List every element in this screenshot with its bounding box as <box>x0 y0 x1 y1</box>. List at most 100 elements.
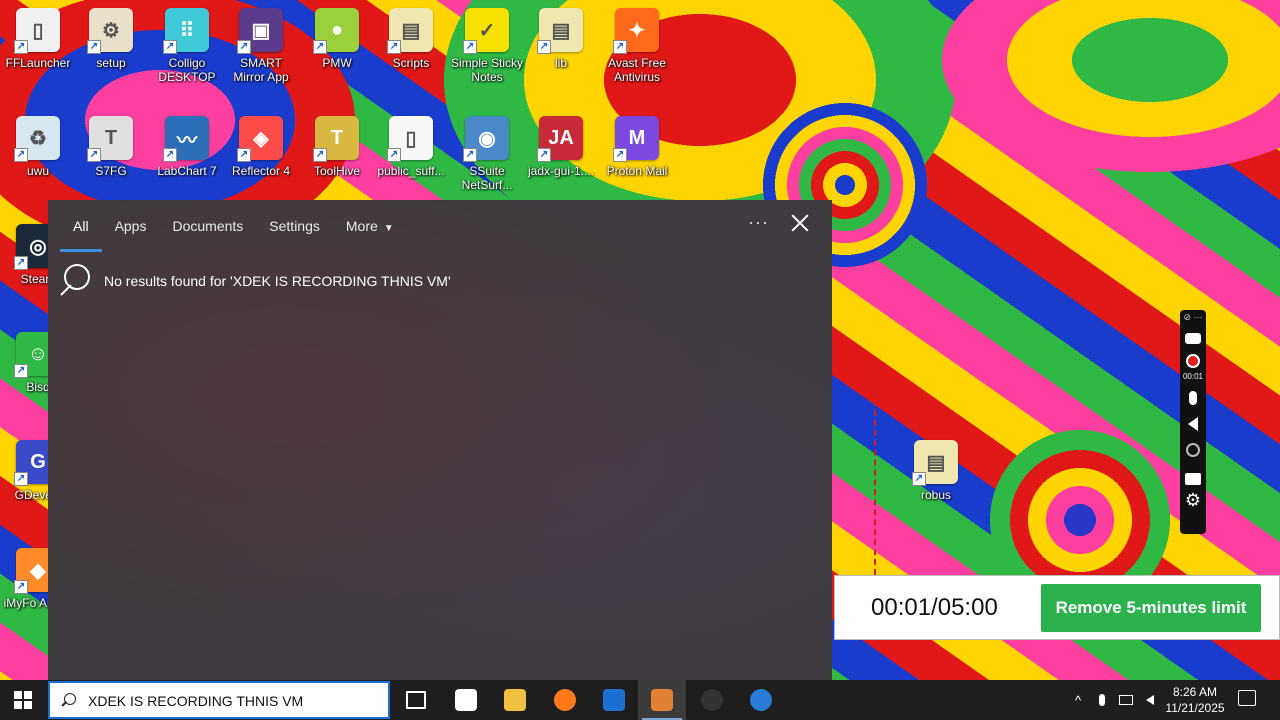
tab-label: Documents <box>172 218 244 234</box>
desktop-icon[interactable]: ✓Simple Sticky Notes <box>449 8 525 84</box>
notification-icon[interactable] <box>1238 690 1256 706</box>
tab-settings[interactable]: Settings <box>256 214 333 238</box>
desktop-icon[interactable]: ▯ public_suff... <box>373 116 449 178</box>
app-glyph <box>455 689 477 711</box>
desktop-icon[interactable]: ◉SSuite NetSurf... <box>449 116 525 192</box>
desktop-icon-label: Simple Sticky Notes <box>450 56 524 84</box>
desktop-icon-label: setup <box>96 56 126 70</box>
app-icon: ● <box>313 8 359 54</box>
desktop-icon-label: Colligo DESKTOP <box>158 56 216 84</box>
clock-time: 8:26 AM <box>1172 685 1218 699</box>
desktop-icon[interactable]: ▤ robus <box>898 440 974 502</box>
desktop-icon[interactable]: T S7FG <box>73 116 149 178</box>
desktop-icon[interactable]: ♻ uwu <box>0 116 76 178</box>
elapsed-time: 00:01 <box>1182 372 1204 381</box>
desktop-icon[interactable]: ◈ Reflector 4 <box>223 116 299 178</box>
desktop-icon[interactable]: T ToolHive <box>299 116 375 178</box>
app-icon: ⚙ <box>87 8 133 54</box>
desktop-icon-label: Scripts <box>392 56 430 70</box>
desktop-icon[interactable]: ▯ FFLauncher <box>0 8 76 70</box>
desktop-icon[interactable]: ▤ Scripts <box>373 8 449 70</box>
no-results-message: No results found for 'XDEK IS RECORDING … <box>104 273 451 289</box>
app-glyph <box>651 689 673 711</box>
desktop-icon-label: LabChart 7 <box>157 164 217 178</box>
search-panel: All Apps Documents Settings More ▼ ··· No… <box>48 200 832 680</box>
desktop-icon[interactable]: ▣SMART Mirror App <box>223 8 299 84</box>
app-icon: ▤ <box>387 8 433 54</box>
no-results-row: No results found for 'XDEK IS RECORDING … <box>60 264 451 298</box>
toolbar-menu-icon[interactable]: ⊘ ··· <box>1183 312 1202 323</box>
app-icon: ▤ <box>537 8 583 54</box>
desktop-icon-label: FFLauncher <box>5 56 71 70</box>
desktop-icon[interactable]: ▤ lib <box>523 8 599 70</box>
recording-area-border <box>874 360 878 575</box>
desktop-icon-label: S7FG <box>95 164 127 178</box>
close-icon[interactable] <box>791 214 809 232</box>
app-icon: ◉ <box>463 116 509 162</box>
file-explorer-icon[interactable] <box>491 680 539 720</box>
desktop-icon[interactable]: M Proton Mail <box>599 116 675 178</box>
tab-label: All <box>73 218 89 234</box>
network-icon[interactable] <box>1116 680 1136 720</box>
desktop-icon[interactable]: ⚙ setup <box>73 8 149 70</box>
desktop-icon[interactable]: ⠿Colligo DESKTOP <box>149 8 225 84</box>
screen-app-icon[interactable] <box>737 680 785 720</box>
app-glyph <box>504 689 526 711</box>
camera-icon[interactable] <box>1185 333 1201 344</box>
task-view-icon[interactable] <box>392 680 440 720</box>
desktop-icon[interactable]: ✦Avast Free Antivirus <box>599 8 675 84</box>
app-icon: M <box>613 116 659 162</box>
desktop-icon[interactable]: 〰 LabChart 7 <box>149 116 225 178</box>
recorder-app-icon[interactable] <box>638 680 686 720</box>
record-icon[interactable] <box>1186 354 1200 368</box>
search-icon <box>62 693 76 707</box>
app-icon: ▣ <box>237 8 283 54</box>
app-icon: ▤ <box>912 440 958 486</box>
tab-more[interactable]: More ▼ <box>333 214 407 238</box>
timer-readout: 00:01/05:00 <box>871 594 998 621</box>
tab-all[interactable]: All <box>60 214 102 252</box>
app-icon: ⠿ <box>163 8 209 54</box>
more-options-button[interactable]: ··· <box>748 212 769 233</box>
app-icon: ✦ <box>613 8 659 54</box>
app-icon: T <box>87 116 133 162</box>
microphone-tray-icon[interactable] <box>1094 680 1110 720</box>
outlook-icon[interactable] <box>590 680 638 720</box>
desktop-icon-label: public_suff... <box>377 164 445 178</box>
clock-date: 11/21/2025 <box>1165 701 1225 715</box>
window-icon[interactable] <box>1185 473 1201 485</box>
tab-apps[interactable]: Apps <box>102 214 160 238</box>
desktop-icon-label: lib <box>554 56 567 70</box>
app-glyph <box>750 689 772 711</box>
app-icon: ✓ <box>463 8 509 54</box>
remove-limit-button[interactable]: Remove 5-minutes limit <box>1041 584 1261 632</box>
desktop-icon[interactable]: ● PMW <box>299 8 375 70</box>
desktop-icon-label: robus <box>920 488 952 502</box>
tab-label: Settings <box>269 218 320 234</box>
app-glyph <box>554 689 576 711</box>
desktop-icon[interactable]: JA jadx-gui-1.... <box>523 116 599 178</box>
desktop-icon-label: uwu <box>26 164 49 178</box>
taskbar-search-box[interactable] <box>48 681 390 719</box>
recorder-toolbar: ⊘ ··· 00:01 ⚙ <box>1180 310 1206 534</box>
notepad-icon[interactable] <box>442 680 490 720</box>
app-icon: ◈ <box>237 116 283 162</box>
windows-start-icon[interactable] <box>14 691 32 709</box>
desktop-icon-label: jadx-gui-1.... <box>527 164 595 178</box>
gear-icon[interactable]: ⚙ <box>1185 491 1201 509</box>
volume-icon[interactable] <box>1140 680 1160 720</box>
tray-chevron-icon[interactable]: ^ <box>1068 680 1088 720</box>
app-icon: ♻ <box>14 116 60 162</box>
desktop-icon-label: ToolHive <box>313 164 361 178</box>
search-input[interactable] <box>86 689 380 713</box>
webcam-icon[interactable] <box>1186 443 1200 457</box>
system-clock[interactable]: 8:26 AM 11/21/2025 <box>1160 684 1230 716</box>
tab-documents[interactable]: Documents <box>159 214 256 238</box>
obs-icon[interactable] <box>688 680 736 720</box>
speaker-icon[interactable] <box>1188 417 1198 431</box>
firefox-icon[interactable] <box>541 680 589 720</box>
app-icon: ▯ <box>14 8 60 54</box>
taskbar: ^ 8:26 AM 11/21/2025 <box>0 680 1280 720</box>
search-tabs: All Apps Documents Settings More ▼ <box>60 214 407 252</box>
microphone-icon[interactable] <box>1189 391 1197 405</box>
